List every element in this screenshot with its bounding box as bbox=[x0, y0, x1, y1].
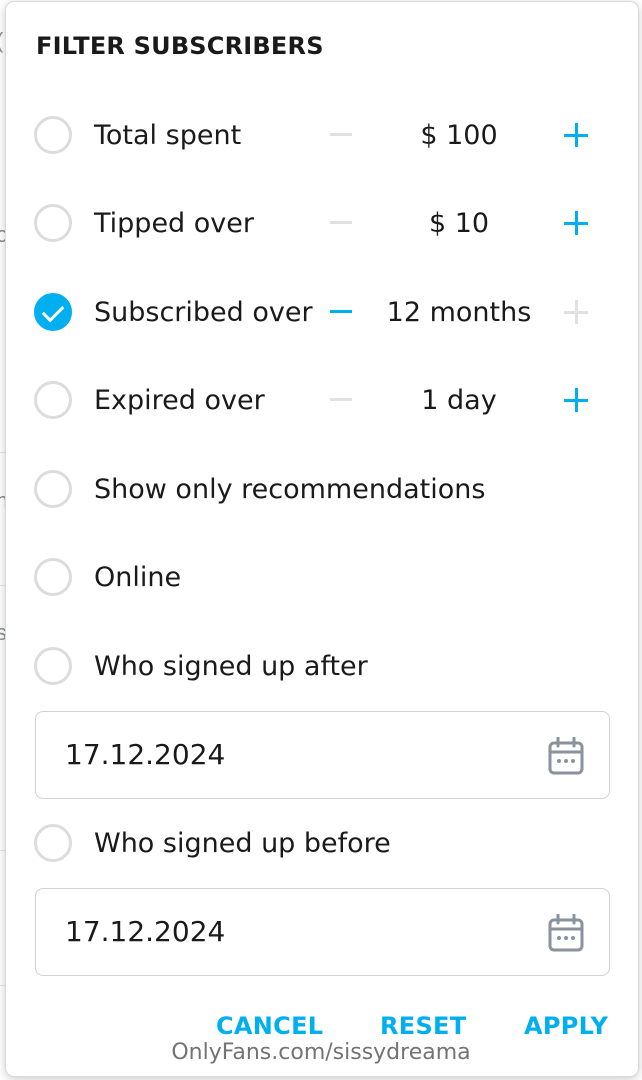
reset-button[interactable]: RESET bbox=[380, 1012, 466, 1040]
decrement-total-spent-button[interactable] bbox=[330, 133, 352, 136]
option-who-signed-up-after[interactable]: Who signed up after bbox=[34, 645, 614, 689]
radio-online[interactable] bbox=[34, 558, 72, 596]
apply-button[interactable]: APPLY bbox=[524, 1012, 608, 1040]
option-who-signed-up-before[interactable]: Who signed up before bbox=[34, 822, 614, 866]
option-total-spent[interactable]: Total spent $ 100 bbox=[34, 114, 614, 158]
calendar-icon[interactable] bbox=[548, 914, 584, 952]
signed-up-after-date: 17.12.2024 bbox=[65, 738, 226, 771]
option-label: Online bbox=[94, 562, 182, 593]
check-icon[interactable] bbox=[34, 293, 72, 331]
radio-who-signed-up-after[interactable] bbox=[34, 647, 72, 685]
signed-up-after-date-field[interactable]: 17.12.2024 bbox=[35, 711, 610, 799]
background-fragment: ( bbox=[0, 28, 3, 54]
watermark: OnlyFans.com/sissydreama bbox=[171, 1040, 471, 1065]
radio-show-only-recommendations[interactable] bbox=[34, 470, 72, 508]
option-label: Who signed up before bbox=[94, 828, 391, 859]
decrement-expired-over-button[interactable] bbox=[330, 398, 352, 401]
increment-expired-over-button[interactable] bbox=[564, 388, 588, 412]
expired-over-value: 1 day bbox=[421, 385, 497, 416]
option-label: Who signed up after bbox=[94, 651, 368, 682]
option-label: Show only recommendations bbox=[94, 474, 486, 505]
radio-who-signed-up-before[interactable] bbox=[34, 824, 72, 862]
option-label: Expired over bbox=[94, 385, 265, 416]
dialog-title: FILTER SUBSCRIBERS bbox=[36, 32, 324, 60]
radio-total-spent[interactable] bbox=[34, 116, 72, 154]
signed-up-before-date-field[interactable]: 17.12.2024 bbox=[35, 888, 610, 976]
radio-tipped-over[interactable] bbox=[34, 204, 72, 242]
option-online[interactable]: Online bbox=[34, 556, 614, 600]
radio-expired-over[interactable] bbox=[34, 381, 72, 419]
total-spent-value: $ 100 bbox=[420, 120, 498, 151]
tipped-over-value: $ 10 bbox=[428, 208, 490, 239]
option-subscribed-over[interactable]: Subscribed over 12 months bbox=[34, 291, 614, 335]
option-expired-over[interactable]: Expired over 1 day bbox=[34, 379, 614, 423]
option-label: Subscribed over bbox=[94, 297, 313, 328]
increment-tipped-over-button[interactable] bbox=[564, 211, 588, 235]
filter-subscribers-dialog: FILTER SUBSCRIBERS Total spent $ 100 Tip… bbox=[6, 2, 638, 1076]
calendar-icon[interactable] bbox=[548, 737, 584, 775]
option-label: Total spent bbox=[94, 120, 242, 151]
decrement-subscribed-over-button[interactable] bbox=[330, 310, 352, 313]
signed-up-before-date: 17.12.2024 bbox=[65, 915, 226, 948]
option-tipped-over[interactable]: Tipped over $ 10 bbox=[34, 202, 614, 246]
increment-subscribed-over-button[interactable] bbox=[564, 300, 588, 324]
option-show-only-recommendations[interactable]: Show only recommendations bbox=[34, 468, 614, 512]
cancel-button[interactable]: CANCEL bbox=[216, 1012, 323, 1040]
decrement-tipped-over-button[interactable] bbox=[330, 221, 352, 224]
option-label: Tipped over bbox=[94, 208, 254, 239]
subscribed-over-value: 12 months bbox=[386, 297, 532, 328]
increment-total-spent-button[interactable] bbox=[564, 123, 588, 147]
